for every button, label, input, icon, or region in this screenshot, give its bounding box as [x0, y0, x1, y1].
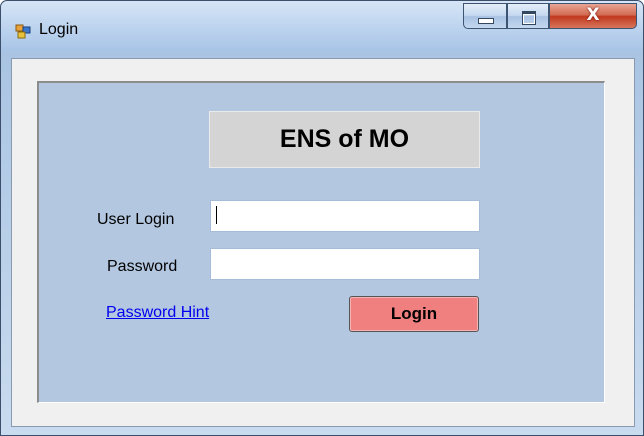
app-heading: ENS of MO — [279, 125, 410, 153]
password-hint-link[interactable]: Password Hint — [106, 304, 209, 322]
heading-box: ENS of MO — [209, 111, 480, 168]
maximize-icon — [522, 11, 536, 25]
user-login-input[interactable] — [210, 200, 480, 232]
minimize-button[interactable] — [463, 3, 507, 29]
text-caret — [216, 206, 217, 224]
user-login-label: User Login — [97, 211, 175, 228]
password-label: Password — [107, 258, 178, 275]
login-button[interactable]: Login — [349, 296, 479, 332]
login-window: Login X ENS of MO User Login Password Pa… — [0, 0, 644, 436]
maximize-button[interactable] — [507, 3, 549, 29]
window-title: Login — [39, 21, 79, 38]
close-button[interactable]: X — [549, 3, 637, 29]
password-input[interactable] — [210, 248, 480, 280]
close-icon: X — [586, 5, 600, 25]
minimize-icon — [478, 18, 494, 24]
application-window-icon — [15, 24, 31, 39]
title-bar[interactable]: Login X — [1, 1, 643, 51]
